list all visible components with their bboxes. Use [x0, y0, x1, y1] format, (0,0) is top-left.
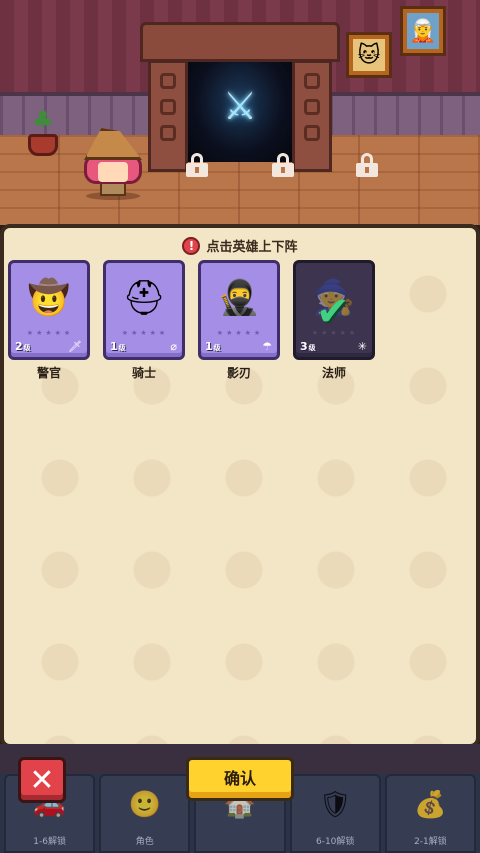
hero-level: 1级: [110, 340, 126, 353]
knight-portrait-icon: 🧝: [407, 13, 439, 49]
close-button[interactable]: ✕: [18, 757, 66, 803]
tab-shop[interactable]: 💰 2-1解锁: [384, 774, 477, 853]
hero-name: 警官: [36, 366, 61, 380]
hero-room-scene: 🐱 🧝 ⚔ ♣: [0, 0, 480, 225]
hero-card-list: 🤠 ★★★★★ 2级 🗡 警官 ⛑ ★★★★★ 1级 ⌀ 骑士 🥷 ★★★★★ …: [8, 260, 375, 381]
tab-label: 6-10解锁: [315, 837, 355, 847]
potted-plant: ♣: [22, 104, 62, 156]
tab-shield[interactable]: 🛡 6-10解锁: [289, 774, 381, 853]
cat-portrait-icon: 🐱: [353, 39, 385, 71]
hero-name: 骑士: [131, 366, 156, 380]
hero-card-selected[interactable]: 🧙 ✔ ★★★★★ 3级 ✳: [293, 260, 375, 360]
hero-level: 2级: [15, 340, 31, 353]
dagger-icon: 🗡: [68, 340, 82, 353]
crossed-swords-icon: ⚔: [222, 84, 258, 128]
character-icon: 🙂: [128, 790, 161, 820]
shield-element-icon: ⌀: [170, 340, 177, 353]
hero-name: 影刃: [226, 366, 251, 380]
wizard-hat-icon: [84, 128, 142, 160]
hero-card-mage[interactable]: 🧙 ✔ ★★★★★ 3级 ✳ 法师: [293, 260, 375, 381]
star-rating: ★★★★★: [311, 329, 359, 337]
lock-icon: [186, 153, 208, 177]
hero-card-police[interactable]: 🤠 ★★★★★ 2级 🗡 警官: [8, 260, 90, 381]
arch-pillar-left: [148, 60, 188, 172]
plant-pot: [28, 134, 58, 156]
hint-text: 点击英雄上下阵: [206, 240, 298, 255]
cat-portrait-frame: 🐱: [346, 32, 392, 78]
lock-icon: [272, 153, 294, 177]
star-rating: ★★★★★: [216, 329, 264, 337]
shield-icon: 🛡: [318, 790, 352, 820]
tab-label: 角色: [135, 837, 154, 847]
hero-selection-panel: ! 点击英雄上下阵 🤠 ★★★★★ 2级 🗡 警官 ⛑ ★★★★★ 1级 ⌀ 骑…: [0, 224, 480, 748]
hero-card-shadowblade[interactable]: 🥷 ★★★★★ 1级 ☂ 影刃: [198, 260, 280, 381]
battle-portal-arch[interactable]: ⚔: [140, 22, 340, 172]
tab-label: 2-1解锁: [414, 837, 447, 847]
knight-portrait-frame: 🧝: [400, 6, 446, 56]
star-rating: ★★★★★: [26, 329, 74, 337]
hint-banner: ! 点击英雄上下阵: [4, 236, 476, 255]
arch-pillar-right: [292, 60, 332, 172]
arch-top: [140, 22, 340, 62]
hero-card[interactable]: 🤠 ★★★★★ 2级 🗡: [8, 260, 90, 360]
hero-card[interactable]: ⛑ ★★★★★ 1级 ⌀: [103, 260, 185, 360]
confirm-button[interactable]: 确认: [186, 757, 294, 801]
warning-icon: !: [182, 236, 201, 255]
plant-leaf-icon: ♣: [32, 106, 54, 134]
hero-name: 法师: [321, 366, 346, 380]
active-hero-wizard[interactable]: [78, 128, 148, 200]
tab-label: 1-6解锁: [33, 837, 66, 847]
ninja-hero-icon: 🥷: [217, 278, 261, 318]
lock-icon: [356, 153, 378, 177]
hero-level: 3级: [300, 340, 316, 353]
knight-hero-icon: ⛑: [122, 278, 166, 318]
hero-card-knight[interactable]: ⛑ ★★★★★ 1级 ⌀ 骑士: [103, 260, 185, 381]
star-rating: ★★★★★: [121, 329, 169, 337]
poison-element-icon: ☂: [262, 340, 272, 353]
tab-character[interactable]: 🙂 角色: [99, 774, 191, 853]
snowflake-element-icon: ✳: [357, 340, 367, 353]
hero-card[interactable]: 🥷 ★★★★★ 1级 ☂: [198, 260, 280, 360]
police-hero-icon: 🤠: [27, 278, 71, 318]
coin-bag-icon: 💰: [414, 790, 447, 820]
hero-level: 1级: [205, 340, 221, 353]
